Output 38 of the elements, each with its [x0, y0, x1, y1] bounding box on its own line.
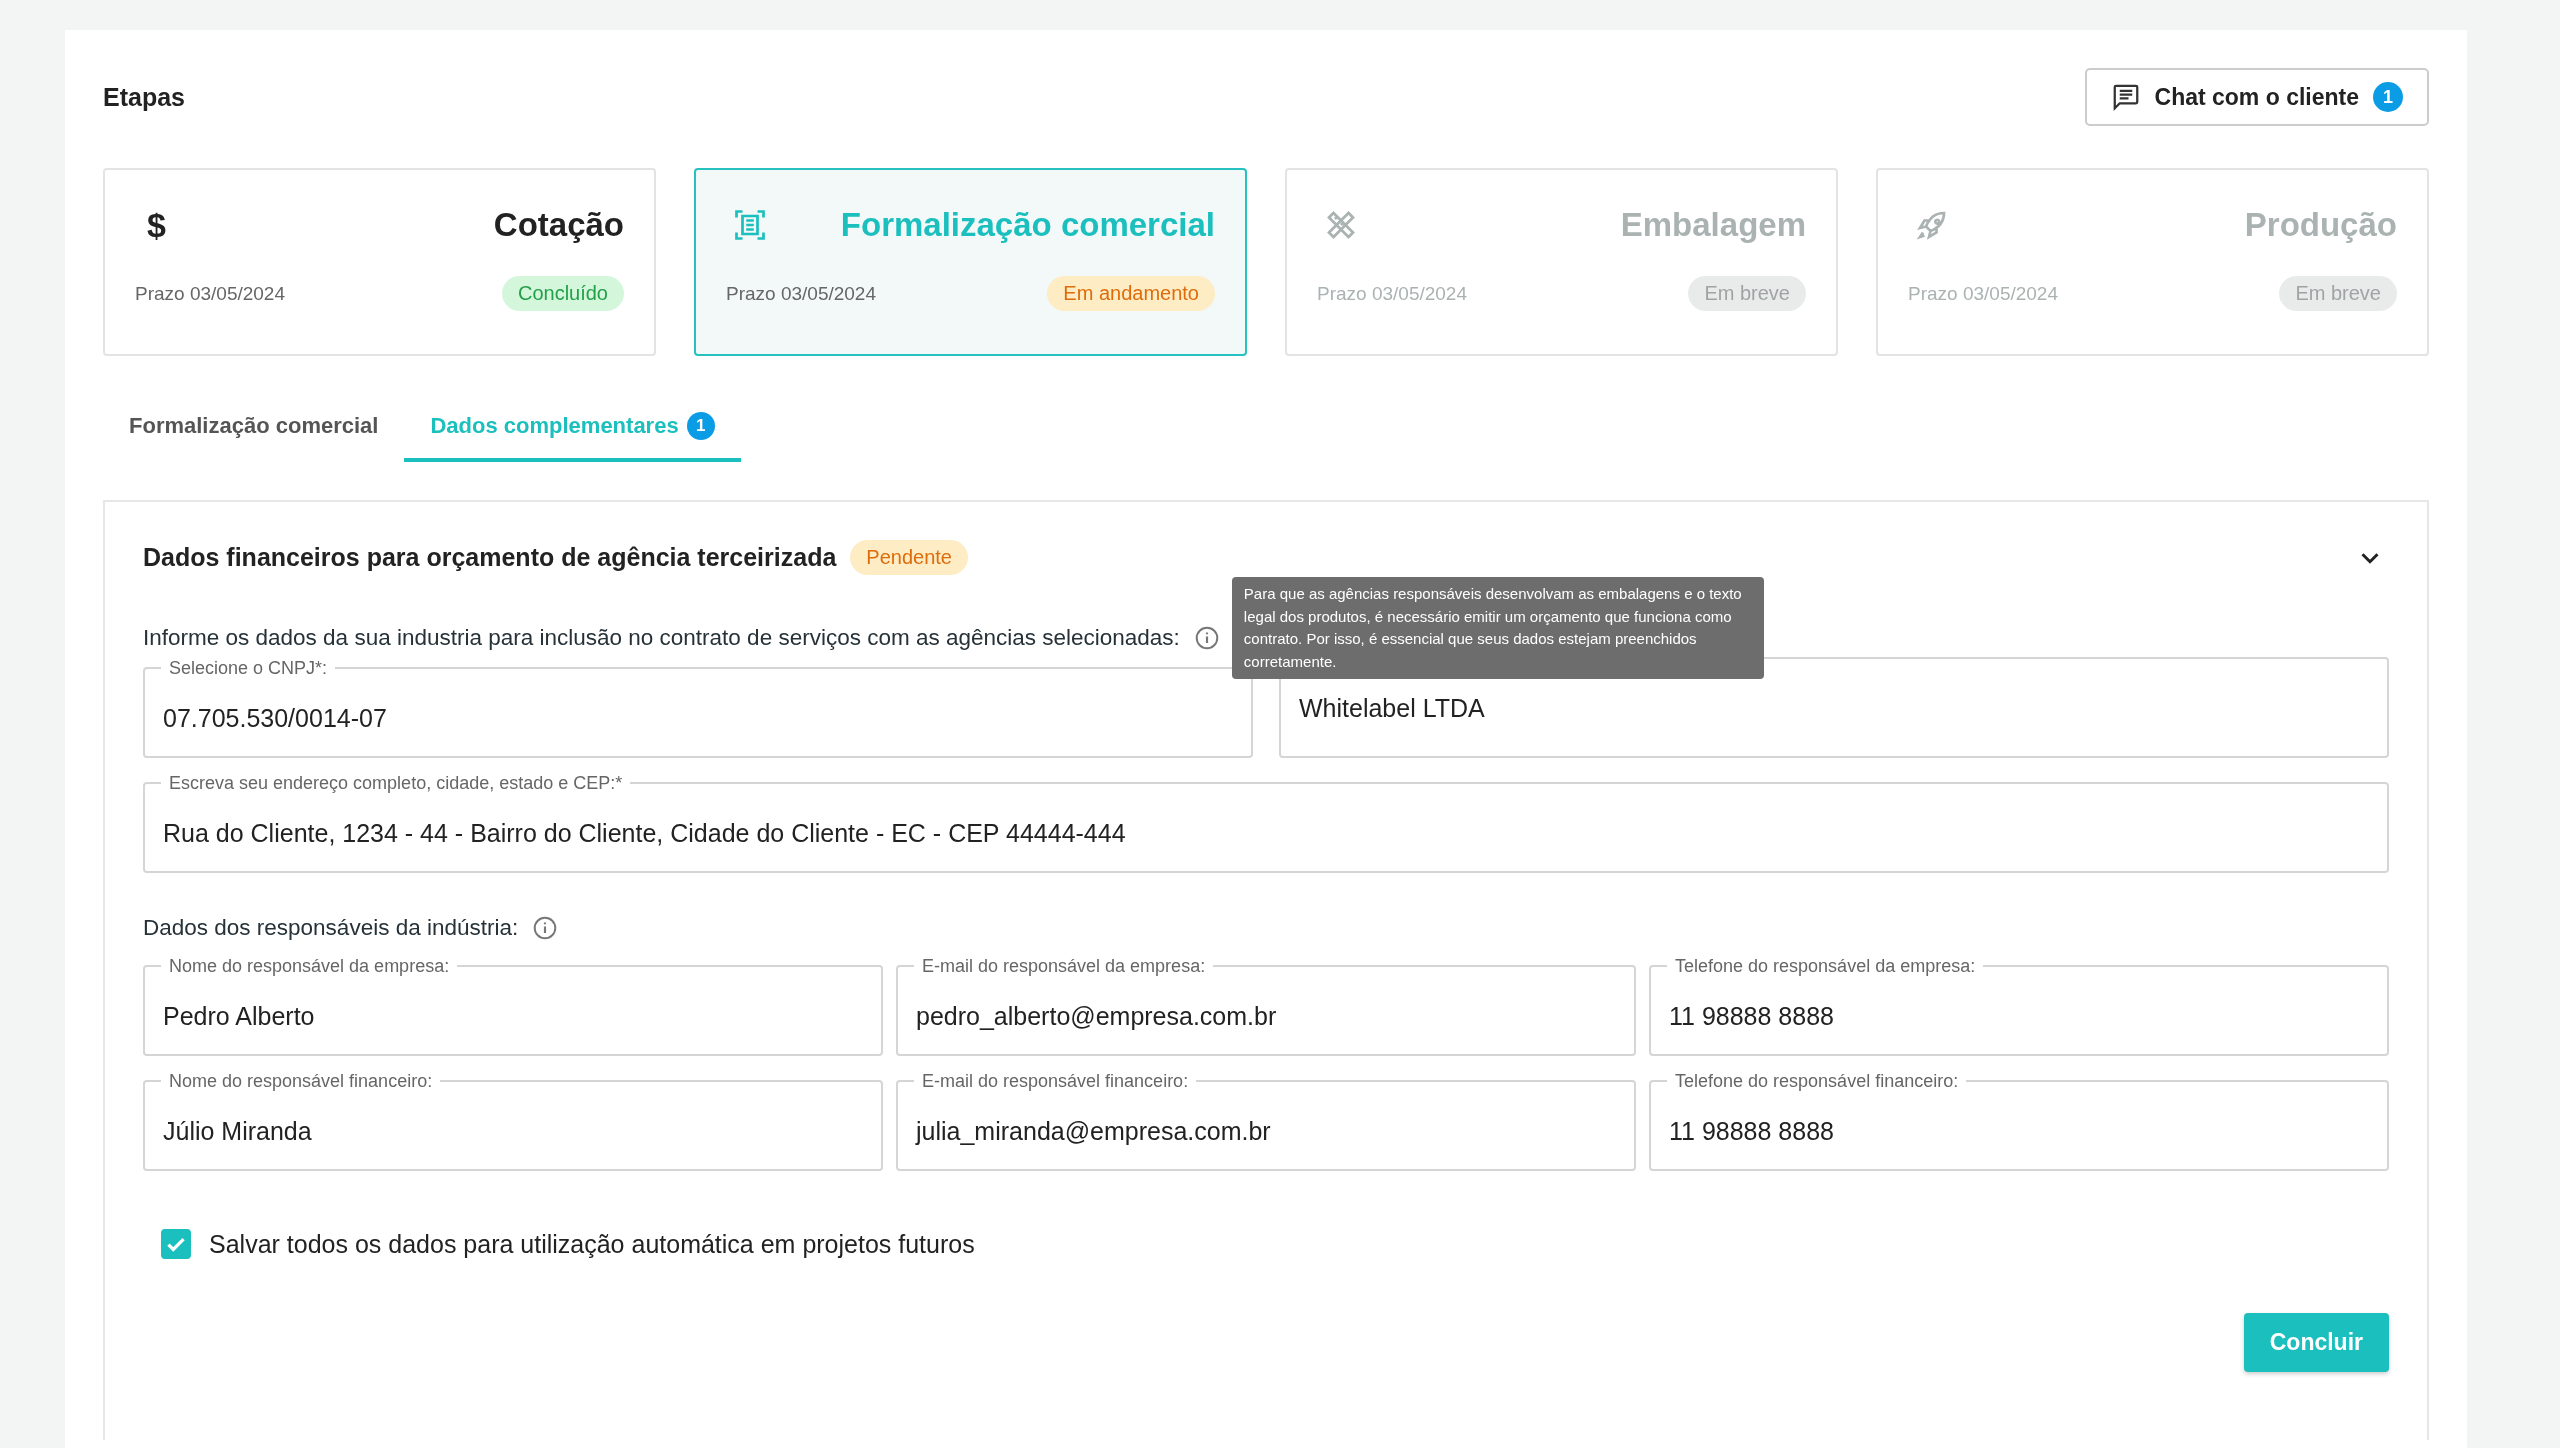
dollar-icon: $ — [135, 205, 166, 245]
count-badge: 1 — [2373, 82, 2403, 112]
field-label: Telefone do responsável financeiro: — [1674, 1070, 1960, 1092]
checkbox[interactable] — [161, 1229, 191, 1259]
field-label: Selecione o CNPJ*: — [168, 657, 329, 679]
field-label: Nome do responsável financeiro: — [168, 1070, 434, 1092]
checkbox-label: Salvar todos os dados para utilização automática em projetos futuros — [209, 1229, 975, 1259]
tooltip: Para que as agências responsáveis desenvolvam as embalagens e o texto legal dos produtos, é necessário emitir um orçamento que funciona como contrato. Por isso, é essencial que seus dados estejam preenchidos corretamente. — [1231, 577, 1764, 679]
field-label: Telefone do responsável da empresa: — [1674, 955, 1977, 977]
deadline-text: Prazo 03/05/2024 — [135, 282, 285, 305]
count-badge: 1 — [686, 412, 715, 440]
status-pill: Em breve — [1688, 276, 1806, 311]
status-pill: Em breve — [2279, 276, 2397, 311]
subsection-label: Dados dos responsáveis da indústria: — [143, 915, 519, 941]
stage-title: Formalização comercial — [840, 206, 1215, 244]
intro-text: Informe os dados da sua industria para inclusão no contrato de serviços com as agências selecionadas: — [143, 625, 1180, 651]
info-icon[interactable] — [1193, 625, 1220, 651]
stage-card[interactable]: Formalização comercial Prazo 03/05/2024 Em andamento — [694, 168, 1247, 356]
document-scan-icon — [732, 207, 768, 243]
deadline-text: Prazo 03/05/2024 — [1908, 282, 2058, 305]
info-icon[interactable] — [532, 915, 559, 941]
stage-title: Cotação — [493, 206, 624, 244]
field-label: E-mail do responsável financeiro: — [921, 1070, 1190, 1092]
stage-title: Produção — [2244, 206, 2397, 244]
status-pill: Concluído — [501, 276, 624, 311]
stage-card[interactable]: $ Cotação Prazo 03/05/2024 Concluído — [103, 168, 656, 356]
field-label: Escreva seu endereço completo, cidade, estado e CEP:* — [168, 772, 624, 794]
field-label: Nome do responsável da empresa: — [168, 955, 451, 977]
section-title: Etapas — [103, 82, 185, 112]
panel-title: Dados financeiros para orçamento de agência terceirizada — [143, 543, 837, 572]
chat-button[interactable]: Chat com o cliente 1 — [2084, 68, 2429, 126]
stage-title: Embalagem — [1620, 206, 1806, 244]
tab[interactable]: Formalização comercial — [103, 398, 405, 462]
status-pill: Pendente — [850, 540, 968, 575]
deadline-text: Prazo 03/05/2024 — [1317, 282, 1467, 305]
deadline-text: Prazo 03/05/2024 — [726, 282, 876, 305]
field-label: E-mail do responsável da empresa: — [921, 955, 1207, 977]
status-pill: Em andamento — [1047, 276, 1215, 311]
